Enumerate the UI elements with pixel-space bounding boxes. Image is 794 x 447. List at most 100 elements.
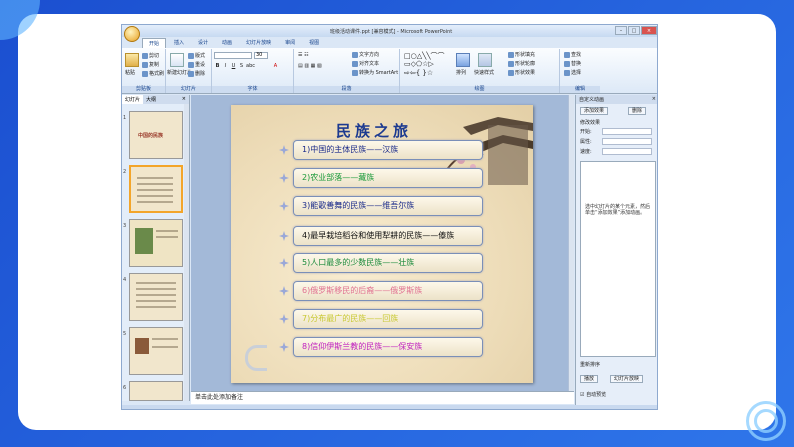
shape-fill-button[interactable]: 形状填充 bbox=[508, 51, 535, 58]
group-label-paragraph: 段落 bbox=[294, 86, 399, 93]
tab-outline[interactable]: 大纲 bbox=[143, 95, 159, 104]
quick-styles-icon[interactable] bbox=[478, 53, 492, 67]
outline-icon bbox=[508, 60, 514, 67]
maximize-button[interactable]: □ bbox=[628, 26, 640, 35]
tab-slides[interactable]: 幻灯片 bbox=[122, 95, 144, 104]
quick-styles-label: 快速样式 bbox=[474, 70, 495, 76]
minimize-button[interactable]: – bbox=[615, 26, 627, 35]
cut-button[interactable]: 剪切 bbox=[142, 52, 159, 59]
ribbon: 粘贴 剪切 复制 格式刷 剪贴板 新建幻灯片 版式 重设 删除 幻灯片 30 B… bbox=[122, 48, 657, 94]
editor-scrollbar[interactable] bbox=[568, 95, 574, 391]
delete-slide-button[interactable]: 删除 bbox=[188, 70, 205, 77]
tab-insert[interactable]: 插入 bbox=[168, 38, 190, 48]
thumbnail-image bbox=[135, 228, 153, 254]
window-title: 班级活动课件.ppt [兼容模式] - Microsoft PowerPoint bbox=[330, 29, 453, 35]
underline-button[interactable]: U bbox=[230, 63, 237, 70]
italic-button[interactable]: I bbox=[222, 63, 229, 70]
star-icon bbox=[279, 342, 289, 352]
tab-review[interactable]: 审阅 bbox=[279, 38, 301, 48]
slide-title[interactable]: 民族之旅 bbox=[336, 120, 412, 141]
arrange-icon[interactable] bbox=[456, 53, 470, 67]
copy-button[interactable]: 复制 bbox=[142, 61, 159, 68]
office-button[interactable] bbox=[124, 26, 140, 42]
text-direction-icon bbox=[352, 51, 358, 58]
group-editing: 查找 替换 选择 编辑 bbox=[560, 49, 600, 93]
slides-panel-scrollbar[interactable] bbox=[184, 104, 189, 401]
thumbnail-line bbox=[137, 201, 173, 203]
select-button[interactable]: 选择 bbox=[564, 69, 581, 76]
tab-design[interactable]: 设计 bbox=[192, 38, 214, 48]
notes-pane[interactable]: 单击此处添加备注 bbox=[191, 391, 574, 404]
pane-header: 自定义动画 × bbox=[576, 95, 657, 104]
add-effect-button[interactable]: 添加效果 bbox=[580, 107, 609, 115]
find-button[interactable]: 查找 bbox=[564, 51, 581, 58]
reset-button[interactable]: 重设 bbox=[188, 61, 205, 68]
bullets-icon[interactable]: ☰ ☷ bbox=[298, 52, 309, 58]
start-label: 开始: bbox=[580, 129, 592, 135]
slide-thumbnail[interactable] bbox=[129, 381, 183, 401]
paste-icon[interactable] bbox=[125, 53, 139, 67]
shapes-gallery-row3[interactable]: ⇨⇦{ }☆ bbox=[404, 69, 433, 77]
star-icon bbox=[279, 201, 289, 211]
property-dropdown[interactable] bbox=[602, 138, 652, 145]
slide-item-2[interactable]: 2)农业部落——藏族 bbox=[293, 168, 483, 188]
slide-item-5[interactable]: 5)人口最多的少数民族——壮族 bbox=[293, 253, 483, 273]
bold-button[interactable]: B bbox=[214, 63, 221, 70]
shape-outline-button[interactable]: 形状轮廓 bbox=[508, 60, 535, 67]
slide-item-8[interactable]: 8)信仰伊斯兰教的民族——保安族 bbox=[293, 337, 483, 357]
slide-item-7[interactable]: 7)分布最广的民族——回族 bbox=[293, 309, 483, 329]
remove-effect-button[interactable]: 删除 bbox=[628, 107, 647, 115]
tab-home[interactable]: 开始 bbox=[142, 38, 167, 48]
layout-button[interactable]: 版式 bbox=[188, 52, 205, 59]
tab-animations[interactable]: 动画 bbox=[216, 38, 238, 48]
text-direction-button[interactable]: 文字方向 bbox=[352, 51, 379, 58]
slide-item-3[interactable]: 3)能歌善舞的民族——维吾尔族 bbox=[293, 196, 483, 216]
play-button[interactable]: 播放 bbox=[580, 375, 599, 383]
tab-slideshow[interactable]: 幻灯片放映 bbox=[240, 38, 277, 48]
font-size-box[interactable]: 30 bbox=[254, 52, 268, 59]
strikethrough-button[interactable]: abc bbox=[246, 63, 255, 70]
slide-thumbnail[interactable]: 中国的民族 bbox=[129, 111, 183, 159]
return-arrow-icon[interactable] bbox=[245, 345, 267, 371]
animation-list[interactable]: 选中幻灯片的某个元素，然后单击“添加效果”添加动画。 bbox=[580, 161, 656, 357]
close-button[interactable]: × bbox=[641, 26, 657, 35]
start-dropdown[interactable] bbox=[602, 128, 652, 135]
pane-close-icon[interactable]: × bbox=[652, 96, 656, 103]
slide-thumbnail[interactable] bbox=[129, 219, 183, 267]
shadow-button[interactable]: S bbox=[238, 63, 245, 70]
slide-thumbnail[interactable] bbox=[129, 327, 183, 375]
circle-decoration-inner bbox=[754, 409, 778, 433]
format-painter-button[interactable]: 格式刷 bbox=[142, 70, 164, 77]
close-icon[interactable]: × bbox=[179, 95, 189, 104]
slide-item-6[interactable]: 6)俄罗斯移民的后裔——俄罗斯族 bbox=[293, 281, 483, 301]
autopreview-checkbox[interactable]: ☑ 自动预览 bbox=[580, 391, 606, 398]
replace-button[interactable]: 替换 bbox=[564, 60, 581, 67]
speed-label: 速度: bbox=[580, 149, 592, 155]
group-label-drawing: 绘图 bbox=[400, 86, 559, 93]
slide-item-4[interactable]: 4)最早栽培稻谷和使用犁耕的民族——傣族 bbox=[293, 226, 483, 246]
tab-view[interactable]: 视图 bbox=[303, 38, 325, 48]
font-name-box[interactable] bbox=[214, 52, 252, 59]
smartart-button[interactable]: 转换为 SmartArt bbox=[352, 69, 398, 76]
align-text-icon bbox=[352, 60, 358, 67]
thumbnail-line bbox=[137, 189, 173, 191]
shapes-gallery-row2[interactable]: ▭◇⬠☆▷ bbox=[404, 60, 434, 68]
shape-effects-button[interactable]: 形状效果 bbox=[508, 69, 535, 76]
star-icon bbox=[279, 314, 289, 324]
animation-hint: 选中幻灯片的某个元素，然后单击“添加效果”添加动画。 bbox=[585, 204, 651, 216]
slides-panel: 幻灯片 大纲 × 1 中国的民族 2 3 4 5 6 bbox=[122, 95, 190, 401]
thumbnail-number: 4 bbox=[123, 277, 127, 283]
speed-dropdown[interactable] bbox=[602, 148, 652, 155]
cursor-icon bbox=[564, 69, 570, 76]
slideshow-button[interactable]: 幻灯片放映 bbox=[610, 375, 644, 383]
align-text-button[interactable]: 对齐文本 bbox=[352, 60, 379, 67]
new-slide-icon[interactable] bbox=[170, 53, 184, 67]
font-color-button[interactable]: A bbox=[272, 63, 279, 70]
slide-thumbnail-selected[interactable] bbox=[129, 165, 183, 213]
align-icons[interactable]: ▤ ▥ ▦ ▧ bbox=[298, 63, 322, 69]
slide-thumbnail[interactable] bbox=[129, 273, 183, 321]
slide-item-1[interactable]: 1)中国的主体民族——汉族 bbox=[293, 140, 483, 160]
star-icon bbox=[279, 173, 289, 183]
thumbnail-image bbox=[135, 338, 149, 354]
group-font: 30 B I U S abc A 字体 bbox=[212, 49, 294, 93]
